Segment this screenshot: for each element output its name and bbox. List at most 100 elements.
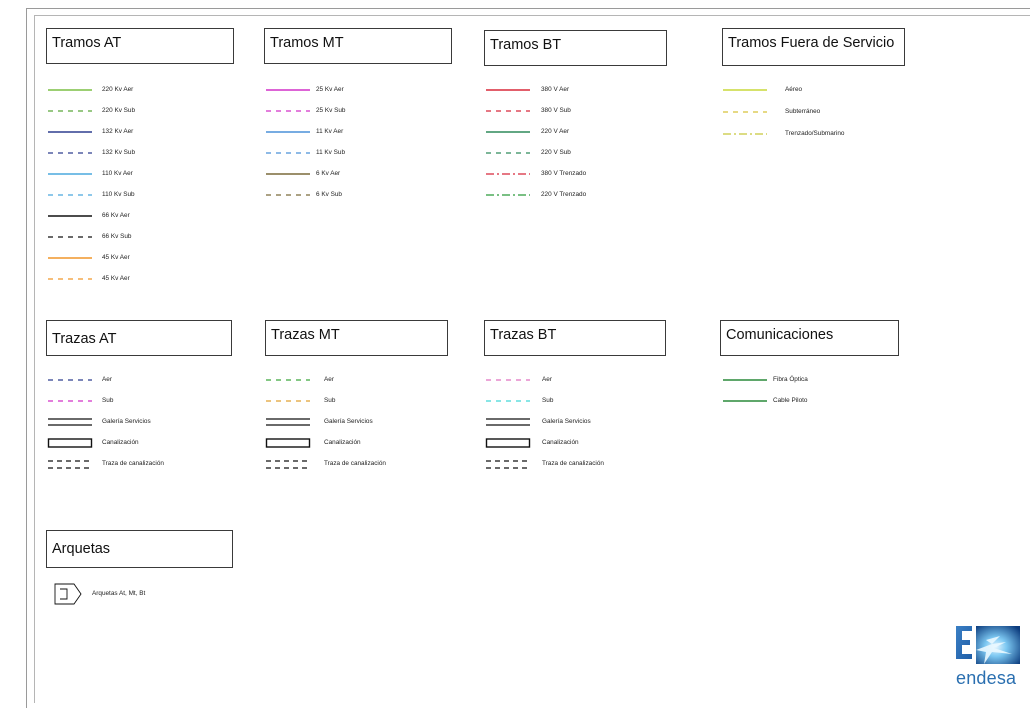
legend-line-symbol [266,89,310,91]
legend-item-label: Sub [542,397,554,404]
legend-line-symbol [486,460,530,469]
tramos-bt-box: Tramos BT [484,30,667,66]
legend-item: Sub [486,394,622,408]
legend-line-symbol [48,215,92,217]
legend-item: 45 Kv Aer [48,272,182,286]
legend-item-label: Canalización [542,439,579,446]
legend-line-symbol [266,173,310,175]
legend-item: 45 Kv Aer [48,251,182,265]
legend-item-label: Sub [102,397,114,404]
legend-item: Galería Servicios [266,415,404,429]
legend-line-symbol [486,152,530,154]
legend-item: Sub [48,394,182,408]
comunicaciones-title: Comunicaciones [726,327,834,343]
legend-line-symbol [48,418,92,426]
legend-line-symbol [48,194,92,196]
legend-item-label: Aéreo [785,86,803,93]
legend-item: 132 Kv Sub [48,146,182,160]
legend-line-symbol [723,379,767,381]
arquetas-title: Arquetas [52,541,111,557]
legend-item: Aer [486,373,622,387]
legend-item-label: Aer [542,376,552,383]
legend-line-symbol [486,89,530,91]
legend-item-label: Traza de canalización [102,460,164,467]
legend-line-symbol [47,438,93,448]
legend-item-label: Galería Servicios [324,418,373,425]
legend-line-symbol [48,460,92,469]
legend-item: Galería Servicios [48,415,182,429]
tramos-fuera-box: Tramos Fuera de Servicio [722,28,905,66]
legend-item-label: 110 Kv Aer [102,170,133,177]
legend-item: Canalización [485,436,622,450]
legend-line-symbol [486,194,530,196]
legend-item: 66 Kv Sub [48,230,182,244]
legend-item: Aéreo [723,83,865,97]
legend-line-symbol [486,379,530,381]
legend-item: Aer [48,373,182,387]
legend-line-symbol [54,583,82,605]
legend-item-label: Galería Servicios [542,418,591,425]
trazas-at-box: Trazas AT [46,320,232,356]
legend-item: Aer [266,373,404,387]
legend-item: Subterráneo [723,105,865,119]
legend-line-symbol [48,278,92,280]
legend-item-label: Traza de canalización [542,460,604,467]
legend-item: 220 V Aer [486,125,621,139]
legend-item-label: Trenzado/Submarino [785,130,845,137]
legend-item: 66 Kv Aer [48,209,182,223]
legend-item: Traza de canalización [486,457,622,471]
trazas-bt-box: Trazas BT [484,320,666,356]
legend-item-label: Aer [324,376,334,383]
legend-item-label: 220 Kv Sub [102,107,136,114]
legend-line-symbol [266,152,310,154]
legend-line-symbol [486,400,530,402]
legend-line-symbol [486,131,530,133]
legend-item-label: 11 Kv Sub [316,149,346,156]
legend-line-symbol [48,173,92,175]
legend-item: 380 V Sub [486,104,621,118]
legend-item-label: 220 V Trenzado [541,191,587,198]
legend-line-symbol [48,379,92,381]
trazas-at-title: Trazas AT [52,331,117,347]
legend-item-label: Cable Piloto [773,397,808,404]
legend-item: 380 V Aer [486,83,621,97]
legend-item-label: 11 Kv Aer [316,128,344,135]
legend-line-symbol [723,133,767,135]
legend-item: 220 V Sub [486,146,621,160]
legend-item-label: Aer [102,376,112,383]
legend-item-label: 220 Kv Aer [102,86,134,93]
legend-item-label: 66 Kv Aer [102,212,130,219]
legend-item: 110 Kv Sub [48,188,182,202]
tramos-at-box: Tramos AT [46,28,234,64]
legend-line-symbol [266,379,310,381]
legend-item-label: Sub [324,397,336,404]
tramos-at-title: Tramos AT [52,35,122,51]
legend-item: Galería Servicios [486,415,622,429]
legend-line-symbol [486,110,530,112]
legend-item: Traza de canalización [266,457,404,471]
legend-line-symbol [48,257,92,259]
legend-item-label: 45 Kv Aer [102,275,130,282]
tramos-fuera-title: Tramos Fuera de Servicio [728,35,895,51]
legend-item: 220 Kv Sub [48,104,182,118]
legend-item-label: Galería Servicios [102,418,151,425]
legend-line-symbol [485,438,531,448]
legend-line-symbol [266,460,310,469]
frame-inner-top-line [34,15,1030,16]
legend-item-label: Canalización [324,439,361,446]
arquetas-box: Arquetas [46,530,233,568]
legend-item-label: 132 Kv Aer [102,128,134,135]
legend-line-symbol [266,400,310,402]
legend-item-label: 66 Kv Sub [102,233,132,240]
legend-item: 132 Kv Aer [48,125,182,139]
legend-line-symbol [723,89,767,91]
legend-item: Trenzado/Submarino [723,127,865,141]
legend-line-symbol [486,418,530,426]
legend-item-label: Canalización [102,439,139,446]
legend-item-label: 25 Kv Aer [316,86,344,93]
legend-item: Sub [266,394,404,408]
legend-item: Cable Piloto [723,394,853,408]
legend-line-symbol [266,110,310,112]
legend-item-label: 110 Kv Sub [102,191,135,198]
legend-item-label: 380 V Sub [541,107,571,114]
